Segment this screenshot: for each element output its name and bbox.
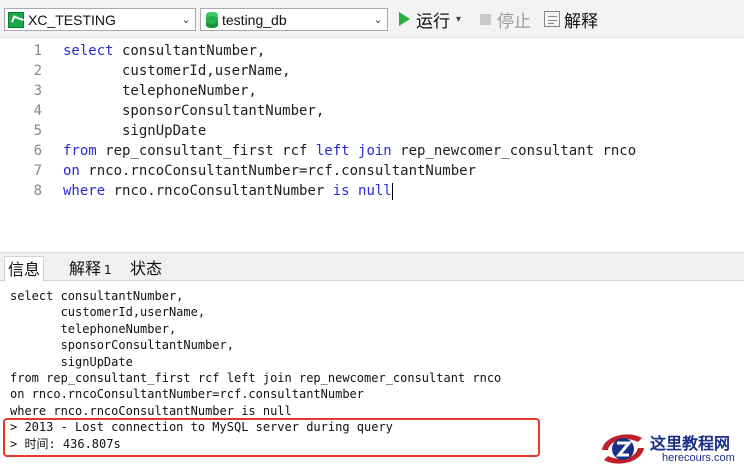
database-icon — [206, 11, 218, 28]
sql-text: rnco.rncoConsultantNumber — [105, 183, 333, 199]
sql-keyword: select — [63, 43, 114, 59]
watermark-title: 这里教程网 — [650, 434, 731, 453]
line-number: 5 — [33, 123, 42, 139]
tab-explain-count: 1 — [104, 263, 112, 277]
database-select-value: testing_db — [222, 11, 287, 28]
error-highlight-box — [3, 418, 540, 457]
code-line[interactable]: 6 from rep_consultant_first rcf left join… — [0, 141, 744, 161]
tab-explain[interactable]: 解释 1 — [66, 256, 115, 282]
output-line: on rnco.rncoConsultantNumber=rcf.consult… — [10, 387, 365, 402]
result-tabs: 信息 解释 1 状态 — [0, 252, 744, 282]
toolbar: XC_TESTING ⌄ testing_db ⌄ 运行 ▾ 停止 解释 — [0, 0, 744, 38]
tab-info-label: 信息 — [8, 260, 41, 279]
watermark-logo-icon — [602, 434, 644, 464]
sql-text: sponsorConsultantNumber, — [63, 103, 325, 119]
line-number: 2 — [33, 63, 42, 79]
sql-text: rep_newcomer_consultant rnco — [391, 143, 637, 159]
connection-select-value: XC_TESTING — [28, 11, 116, 28]
output-line: from rep_consultant_first rcf left join … — [10, 371, 502, 385]
explain-button[interactable]: 解释 — [544, 6, 598, 32]
text-caret — [391, 182, 393, 200]
code-line[interactable]: 7 on rnco.rncoConsultantNumber=rcf.consul… — [0, 161, 744, 181]
explain-icon — [544, 11, 560, 27]
output-line: sponsorConsultantNumber, — [10, 338, 234, 353]
code-text: from rep_consultant_first rcf left join … — [63, 141, 636, 161]
line-number: 1 — [33, 43, 42, 59]
output-line: where rnco.rncoConsultantNumber is null — [10, 403, 292, 418]
code-text: on rnco.rncoConsultantNumber=rcf.consult… — [63, 161, 476, 181]
sql-text: consultantNumber, — [113, 43, 266, 59]
output-line: signUpDate — [10, 354, 133, 369]
code-line[interactable]: 4 sponsorConsultantNumber, — [0, 101, 744, 121]
sql-text: rnco.rncoConsultantNumber=rcf.consultant… — [79, 163, 477, 179]
sql-keyword: is null — [332, 183, 392, 199]
sql-keyword: from — [63, 143, 97, 159]
stop-button[interactable]: 停止 — [480, 6, 531, 32]
tab-status-label: 状态 — [130, 259, 163, 278]
code-text: sponsorConsultantNumber, — [63, 101, 324, 121]
output-line: select consultantNumber, — [10, 289, 184, 303]
play-icon — [399, 12, 410, 26]
code-line[interactable]: 2 customerId,userName, — [0, 61, 744, 81]
line-number: 3 — [33, 83, 42, 99]
code-text: customerId,userName, — [63, 61, 291, 81]
output-line: telephoneNumber, — [10, 321, 177, 336]
tab-status[interactable]: 状态 — [127, 256, 165, 282]
sql-keyword: left join — [315, 143, 392, 159]
tab-explain-label: 解释 — [69, 259, 102, 278]
run-label: 运行 — [416, 11, 450, 32]
code-text: telephoneNumber, — [63, 81, 257, 101]
line-number: 7 — [33, 163, 42, 179]
stop-label: 停止 — [497, 11, 531, 32]
sql-keyword: where — [63, 183, 106, 199]
watermark-url: herecours.com — [662, 452, 735, 464]
code-line[interactable]: 5 signUpDate — [0, 121, 744, 141]
line-number: 6 — [33, 143, 42, 159]
sql-text: rep_consultant_first rcf — [96, 143, 316, 159]
connection-icon — [8, 11, 24, 28]
explain-label: 解释 — [564, 11, 598, 32]
code-text: select consultantNumber, — [63, 41, 265, 61]
sql-text: telephoneNumber, — [63, 83, 257, 99]
sql-text: customerId,userName, — [63, 63, 291, 79]
watermark: 这里教程网 herecours.com — [598, 428, 744, 471]
run-button[interactable]: 运行 ▾ — [399, 6, 461, 32]
connection-select[interactable]: XC_TESTING ⌄ — [4, 8, 196, 31]
chevron-down-icon[interactable]: ⌄ — [369, 13, 387, 26]
code-text: where rnco.rncoConsultantNumber is null — [63, 181, 393, 201]
line-number: 8 — [33, 183, 42, 199]
tab-info[interactable]: 信息 — [4, 256, 45, 282]
database-select[interactable]: testing_db ⌄ — [200, 8, 388, 31]
output-line: customerId,userName, — [10, 305, 206, 320]
sql-text: signUpDate — [63, 123, 207, 139]
chevron-down-icon[interactable]: ⌄ — [177, 13, 195, 26]
code-line[interactable]: 1 select consultantNumber, — [0, 41, 744, 61]
code-text: signUpDate — [63, 121, 206, 141]
stop-icon — [480, 13, 491, 25]
sql-keyword: on — [63, 163, 80, 179]
dropdown-arrow-icon[interactable]: ▾ — [456, 14, 461, 25]
line-number: 4 — [33, 103, 42, 119]
code-line[interactable]: 8 where rnco.rncoConsultantNumber is null — [0, 181, 744, 201]
sql-editor[interactable]: 1 select consultantNumber, 2 customerId,us… — [0, 38, 744, 251]
code-line[interactable]: 3 telephoneNumber, — [0, 81, 744, 101]
